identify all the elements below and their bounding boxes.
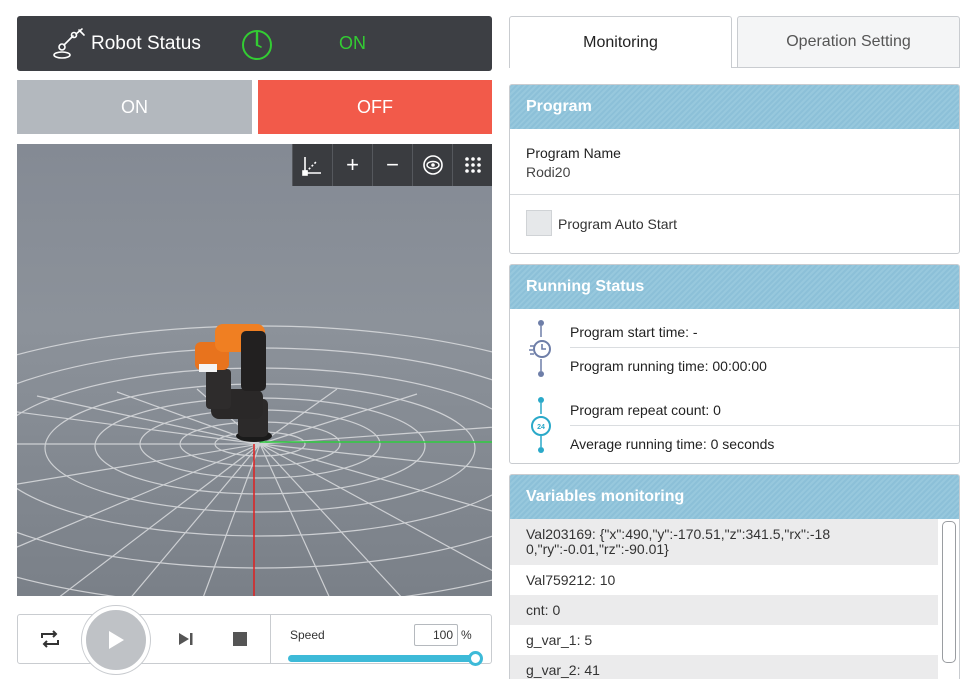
program-header: Program	[510, 85, 959, 129]
variable-text: Val203169: {"x":490,"y":-170.51,"z":341.…	[526, 526, 831, 542]
program-card: Program Program Name Rodi20 Program Auto…	[509, 84, 960, 254]
tab-divider	[732, 67, 960, 68]
axis-icon[interactable]	[292, 144, 332, 186]
running-status-header: Running Status	[510, 265, 959, 309]
app-root: Robot Status ON ON OFF + − Speed 100 % M…	[0, 0, 964, 679]
robot-status-title: Robot Status	[91, 33, 201, 54]
auto-start-label: Program Auto Start	[558, 216, 678, 232]
speed-label: Speed	[290, 628, 325, 642]
variables-scrollbar[interactable]	[942, 521, 956, 663]
tab-monitoring[interactable]: Monitoring	[509, 16, 732, 68]
variable-row: g_var_2: 41	[510, 655, 938, 679]
speed-unit: %	[461, 628, 472, 642]
speed-input[interactable]: 100	[414, 624, 458, 646]
auto-start-checkbox[interactable]	[526, 210, 552, 236]
repeat-24-icon: 24	[531, 397, 551, 453]
stop-icon[interactable]	[222, 615, 258, 663]
running-divider	[570, 347, 959, 348]
program-start-time: Program start time: -	[570, 324, 698, 340]
running-divider	[570, 425, 959, 426]
running-status-card: Running Status Program start time: - Pro…	[509, 264, 960, 464]
play-icon	[109, 631, 124, 649]
grid-dots-icon[interactable]	[452, 144, 492, 186]
robot-status-state: ON	[339, 33, 366, 53]
tab-operation-setting[interactable]: Operation Setting	[737, 16, 960, 68]
eye-icon[interactable]	[412, 144, 452, 186]
program-running-time: Program running time: 00:00:00	[570, 358, 767, 374]
variable-text: 0,"ry":-0.01,"rz":-90.01}	[526, 541, 669, 557]
floor-grid	[17, 324, 492, 596]
player-divider	[270, 615, 271, 663]
program-divider	[510, 194, 959, 195]
step-forward-icon[interactable]	[168, 615, 204, 663]
repeat-icon[interactable]	[32, 615, 68, 663]
variable-row: Val759212: 10	[526, 572, 616, 588]
variables-card: Variables monitoring Val203169: {"x":490…	[509, 474, 960, 679]
variable-row: g_var_1: 5	[526, 632, 593, 648]
program-repeat-count: Program repeat count: 0	[570, 402, 721, 418]
program-player: Speed 100 %	[17, 606, 492, 674]
program-name-label: Program Name	[526, 145, 621, 161]
robot-status-bar: Robot Status ON	[17, 16, 492, 71]
zoom-out-icon[interactable]: −	[372, 144, 412, 186]
variable-row: cnt: 0	[510, 595, 938, 625]
variable-row: Val203169: {"x":490,"y":-170.51,"z":341.…	[510, 519, 938, 565]
robot-arm-icon	[53, 28, 85, 59]
average-running-time: Average running time: 0 seconds	[570, 436, 775, 452]
variables-header: Variables monitoring	[510, 475, 959, 519]
svg-text:24: 24	[537, 424, 545, 431]
power-icon	[242, 30, 272, 60]
play-button[interactable]	[82, 606, 150, 674]
viewport-toolbar: + −	[292, 144, 492, 186]
program-name-value: Rodi20	[526, 164, 571, 180]
power-off-button[interactable]: OFF	[258, 80, 492, 134]
speed-slider-handle[interactable]	[468, 651, 483, 666]
speed-slider-track[interactable]	[288, 655, 474, 662]
stopwatch-icon	[529, 320, 551, 377]
zoom-in-icon[interactable]: +	[332, 144, 372, 186]
power-on-button[interactable]: ON	[17, 80, 252, 134]
robot-3d-viewport[interactable]: + −	[17, 144, 492, 596]
